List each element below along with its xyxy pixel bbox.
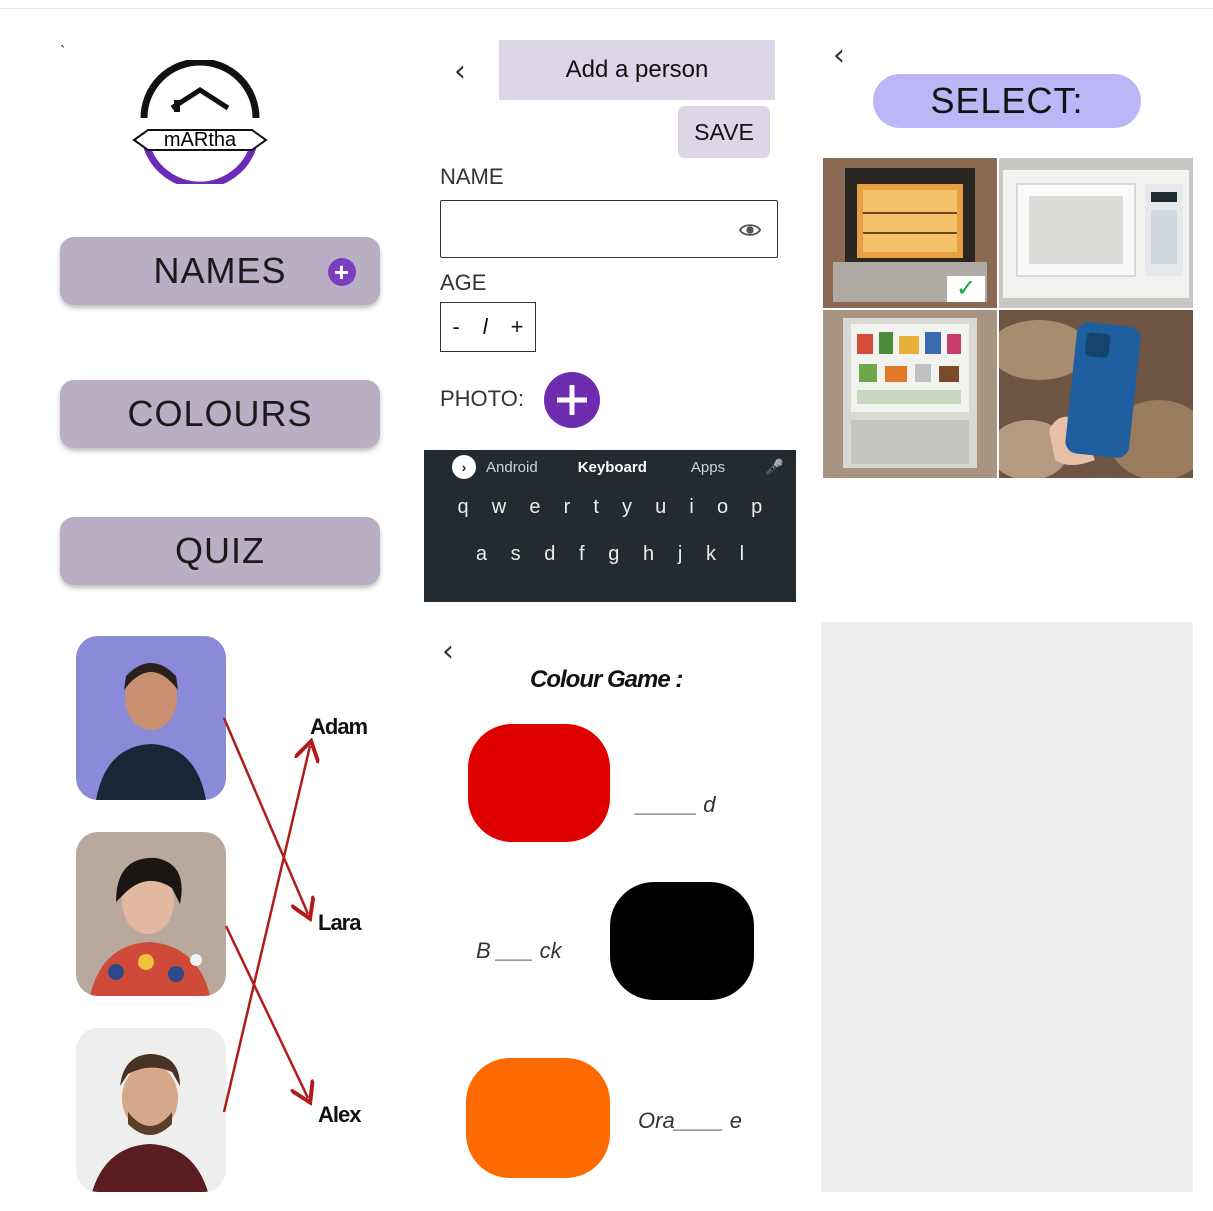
names-button[interactable]: NAMES +: [60, 237, 380, 305]
key-t[interactable]: t: [593, 496, 599, 519]
status-tick: ˎ: [60, 32, 66, 48]
add-photo-button[interactable]: [544, 372, 600, 428]
key-j[interactable]: j: [678, 543, 682, 566]
key-l[interactable]: l: [740, 543, 744, 566]
eye-icon[interactable]: [739, 219, 761, 241]
key-d[interactable]: d: [544, 543, 555, 566]
key-s[interactable]: s: [511, 543, 521, 566]
decrement-button[interactable]: -: [452, 314, 459, 340]
microphone-icon[interactable]: 🎤: [765, 458, 784, 476]
arrow-photo2-to-alex: [224, 925, 308, 1098]
key-g[interactable]: g: [608, 543, 619, 566]
age-stepper[interactable]: - l +: [440, 302, 536, 352]
keyboard-row-2: a sd fg h j k l: [424, 543, 796, 566]
match-arrows: [222, 717, 408, 1113]
age-label: AGE: [440, 270, 487, 295]
colour-game-screen: ‹ Colour Game : _____ d B ___ ck Ora____…: [424, 622, 796, 1194]
name-field[interactable]: [440, 200, 778, 258]
arrow-photo3-to-adam: [222, 746, 310, 1113]
oven-photo[interactable]: ✓: [823, 158, 997, 308]
key-p[interactable]: p: [751, 496, 762, 519]
key-f[interactable]: f: [579, 543, 585, 566]
colours-button-label: COLOURS: [127, 393, 313, 434]
key-i[interactable]: i: [689, 496, 693, 519]
key-k[interactable]: k: [706, 543, 716, 566]
key-r[interactable]: r: [564, 496, 571, 519]
chevron-left-icon[interactable]: ‹: [454, 54, 466, 89]
photo-label: PHOTO:: [440, 386, 524, 411]
quiz-button-label: QUIZ: [175, 530, 265, 571]
quiz-button[interactable]: QUIZ: [60, 517, 380, 585]
key-u[interactable]: u: [655, 496, 666, 519]
martha-logo: mARtha: [128, 58, 272, 189]
logo-text: mARtha: [164, 129, 237, 151]
microwave-photo[interactable]: [999, 158, 1193, 308]
keyboard-row-1: qwe rtyui op: [424, 496, 796, 519]
key-a[interactable]: a: [476, 543, 487, 566]
select-screen: ‹ SELECT: ✓: [821, 32, 1193, 602]
tab-keyboard[interactable]: Keyboard: [578, 459, 647, 476]
key-y[interactable]: y: [622, 496, 632, 519]
check-icon: ✓: [947, 276, 985, 302]
save-button[interactable]: SAVE: [678, 106, 770, 158]
key-o[interactable]: o: [717, 496, 728, 519]
red-prompt[interactable]: _____ d: [636, 792, 716, 818]
add-icon[interactable]: +: [328, 258, 356, 286]
top-divider: [0, 8, 1213, 9]
red-swatch[interactable]: [468, 724, 610, 842]
names-button-label: NAMES: [153, 250, 287, 291]
add-person-screen: ‹ Add a person SAVE NAME AGE - l + PHOTO…: [424, 32, 796, 602]
phone-photo[interactable]: [999, 310, 1193, 478]
chevron-left-icon[interactable]: ‹: [442, 634, 454, 669]
select-title: SELECT:: [873, 74, 1141, 128]
key-w[interactable]: w: [492, 496, 506, 519]
home-screen: ˎ mARtha NAMES + COLOURS QUIZ: [30, 32, 408, 602]
key-q[interactable]: q: [458, 496, 469, 519]
orange-prompt[interactable]: Ora____ e: [638, 1108, 742, 1134]
on-screen-keyboard[interactable]: › Android Keyboard Apps 🎤 qwe rtyui op a sd…: [424, 450, 796, 602]
plus-icon: [557, 385, 587, 415]
arrow-photo1-to-lara: [222, 717, 308, 914]
names-match-screen: Adam Lara Alex: [30, 622, 408, 1194]
expand-icon[interactable]: ›: [452, 455, 476, 479]
name-label: NAME: [440, 164, 504, 189]
keyboard-tab-bar: › Android Keyboard Apps 🎤: [424, 450, 796, 484]
tab-apps[interactable]: Apps: [691, 459, 725, 476]
chevron-left-icon[interactable]: ‹: [833, 38, 845, 73]
fridge-photo[interactable]: [823, 310, 997, 478]
tab-android[interactable]: Android: [486, 459, 538, 476]
age-value: l: [482, 314, 488, 339]
colours-button[interactable]: COLOURS: [60, 380, 380, 448]
key-e[interactable]: e: [529, 496, 540, 519]
page-title-text: Add a person: [565, 56, 709, 83]
black-prompt[interactable]: B ___ ck: [476, 938, 562, 964]
empty-panel: [821, 622, 1193, 1192]
key-h[interactable]: h: [643, 543, 654, 566]
game-title: Colour Game :: [530, 666, 683, 693]
orange-swatch[interactable]: [466, 1058, 610, 1178]
black-swatch[interactable]: [610, 882, 754, 1000]
page-title: Add a person: [499, 40, 775, 100]
increment-button[interactable]: +: [511, 314, 524, 340]
